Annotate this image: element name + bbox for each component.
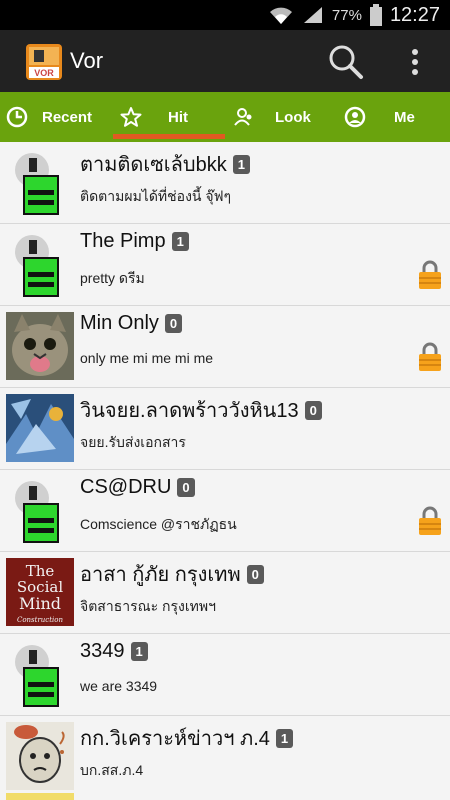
lock-icon bbox=[419, 342, 441, 371]
cat-avatar-image bbox=[6, 312, 74, 380]
app-title: Vor bbox=[70, 48, 104, 73]
channel-status: Comscience @ราชภัฏธน bbox=[80, 516, 237, 532]
count-badge: 1 bbox=[232, 154, 250, 174]
tab-label: Look bbox=[275, 108, 311, 126]
count-badge: 0 bbox=[164, 314, 183, 333]
selected-tab-indicator bbox=[113, 134, 225, 139]
cartoon-avatar-image bbox=[6, 722, 74, 790]
channel-name: กก.วิเคราะห์ข่าวฯ ภ.4 bbox=[80, 728, 270, 750]
list-item[interactable]: Min Only 0 only me mi me mi me bbox=[0, 306, 450, 388]
channel-status: only me mi me mi me bbox=[80, 350, 214, 366]
default-avatar-icon bbox=[15, 235, 59, 297]
signal-icon bbox=[303, 7, 322, 23]
star-icon bbox=[120, 107, 142, 127]
overflow-menu-icon[interactable] bbox=[400, 44, 430, 80]
channel-name: The Pimp bbox=[80, 230, 166, 252]
tab-label: Me bbox=[394, 108, 415, 126]
channel-name: 3349 bbox=[80, 640, 125, 662]
item-title: กก.วิเคราะห์ข่าวฯ ภ.4 1 bbox=[80, 722, 294, 754]
status-bar: 77% 12:27 bbox=[0, 0, 450, 30]
count-badge: 1 bbox=[171, 232, 189, 251]
channel-status: จิตสาธารณะ กรุงเทพฯ bbox=[80, 598, 216, 614]
tab-me[interactable]: Me bbox=[344, 92, 415, 142]
logo-text: VOR bbox=[34, 68, 54, 78]
count-badge: 1 bbox=[130, 642, 148, 661]
channel-status: pretty ดรีม bbox=[80, 270, 145, 286]
item-title: ตามติดเซเล้บbkk 1 bbox=[80, 148, 250, 180]
channel-name: อาสา กู้ภัย กรุงเทพ bbox=[80, 564, 241, 586]
channel-list[interactable]: ตามติดเซเล้บbkk 1 ติดตามผมได้ที่ช่องนี้ … bbox=[0, 142, 450, 800]
channel-status: จยย.รับส่งเอกสาร bbox=[80, 434, 186, 450]
avatar-text: Mind bbox=[19, 594, 61, 613]
clock-time: 12:27 bbox=[389, 3, 440, 26]
channel-name: วินจยย.ลาดพร้าววังหิน13 bbox=[80, 400, 299, 422]
search-icon[interactable] bbox=[326, 42, 366, 82]
app-logo-icon[interactable]: VOR bbox=[26, 44, 62, 80]
item-title: The Pimp 1 bbox=[80, 230, 189, 253]
tab-bar: Recent Hit Look Me bbox=[0, 92, 450, 142]
partial-list-item bbox=[0, 793, 450, 800]
item-title: Min Only 0 bbox=[80, 312, 183, 335]
list-item[interactable]: The Social Mind Construction อาสา กู้ภัย… bbox=[0, 552, 450, 634]
list-item[interactable]: CS@DRU 0 Comscience @ราชภัฏธน bbox=[0, 470, 450, 552]
list-item[interactable]: ตามติดเซเล้บbkk 1 ติดตามผมได้ที่ช่องนี้ … bbox=[0, 142, 450, 224]
channel-status: we are 3349 bbox=[80, 678, 158, 694]
lock-icon bbox=[419, 260, 441, 289]
avatar-text: Construction bbox=[17, 616, 64, 624]
item-title: วินจยย.ลาดพร้าววังหิน13 0 bbox=[80, 394, 322, 426]
count-badge: 0 bbox=[304, 400, 322, 420]
users-icon bbox=[234, 108, 252, 126]
count-badge: 0 bbox=[246, 564, 264, 584]
battery-percent: 77% bbox=[331, 6, 362, 24]
list-item[interactable]: วินจยย.ลาดพร้าววังหิน13 0 จยย.รับส่งเอกส… bbox=[0, 388, 450, 470]
item-title: CS@DRU 0 bbox=[80, 476, 195, 499]
tab-label: Recent bbox=[42, 108, 93, 126]
channel-status: บก.สส.ภ.4 bbox=[80, 762, 144, 778]
lock-icon bbox=[419, 506, 441, 535]
item-title: 3349 1 bbox=[80, 640, 148, 663]
tab-look[interactable]: Look bbox=[233, 92, 311, 142]
list-item[interactable]: 3349 1 we are 3349 bbox=[0, 634, 450, 716]
battery-icon bbox=[369, 4, 382, 26]
tab-recent[interactable]: Recent bbox=[6, 92, 92, 142]
item-title: อาสา กู้ภัย กรุงเทพ 0 bbox=[80, 558, 264, 590]
default-avatar-icon bbox=[15, 645, 59, 707]
count-badge: 0 bbox=[177, 478, 195, 497]
default-avatar-icon bbox=[15, 481, 59, 543]
channel-status: ติดตามผมได้ที่ช่องนี้ จุ๊ฟๆ bbox=[80, 188, 231, 204]
social-mind-avatar-image: The Social Mind Construction bbox=[6, 558, 74, 626]
channel-name: ตามติดเซเล้บbkk bbox=[80, 154, 227, 176]
count-badge: 1 bbox=[275, 728, 294, 748]
channel-name: Min Only bbox=[80, 312, 159, 334]
app-bar: VOR Vor bbox=[0, 30, 450, 92]
tab-label: Hit bbox=[168, 108, 188, 126]
wifi-icon bbox=[269, 7, 292, 24]
person-icon bbox=[344, 106, 366, 128]
clock-icon bbox=[6, 106, 28, 128]
channel-name: CS@DRU bbox=[80, 476, 172, 498]
list-item[interactable]: The Pimp 1 pretty ดรีม bbox=[0, 224, 450, 306]
default-avatar-icon bbox=[15, 153, 59, 215]
list-item[interactable]: กก.วิเคราะห์ข่าวฯ ภ.4 1 บก.สส.ภ.4 bbox=[0, 716, 450, 798]
blue-art-avatar-image bbox=[6, 394, 74, 462]
